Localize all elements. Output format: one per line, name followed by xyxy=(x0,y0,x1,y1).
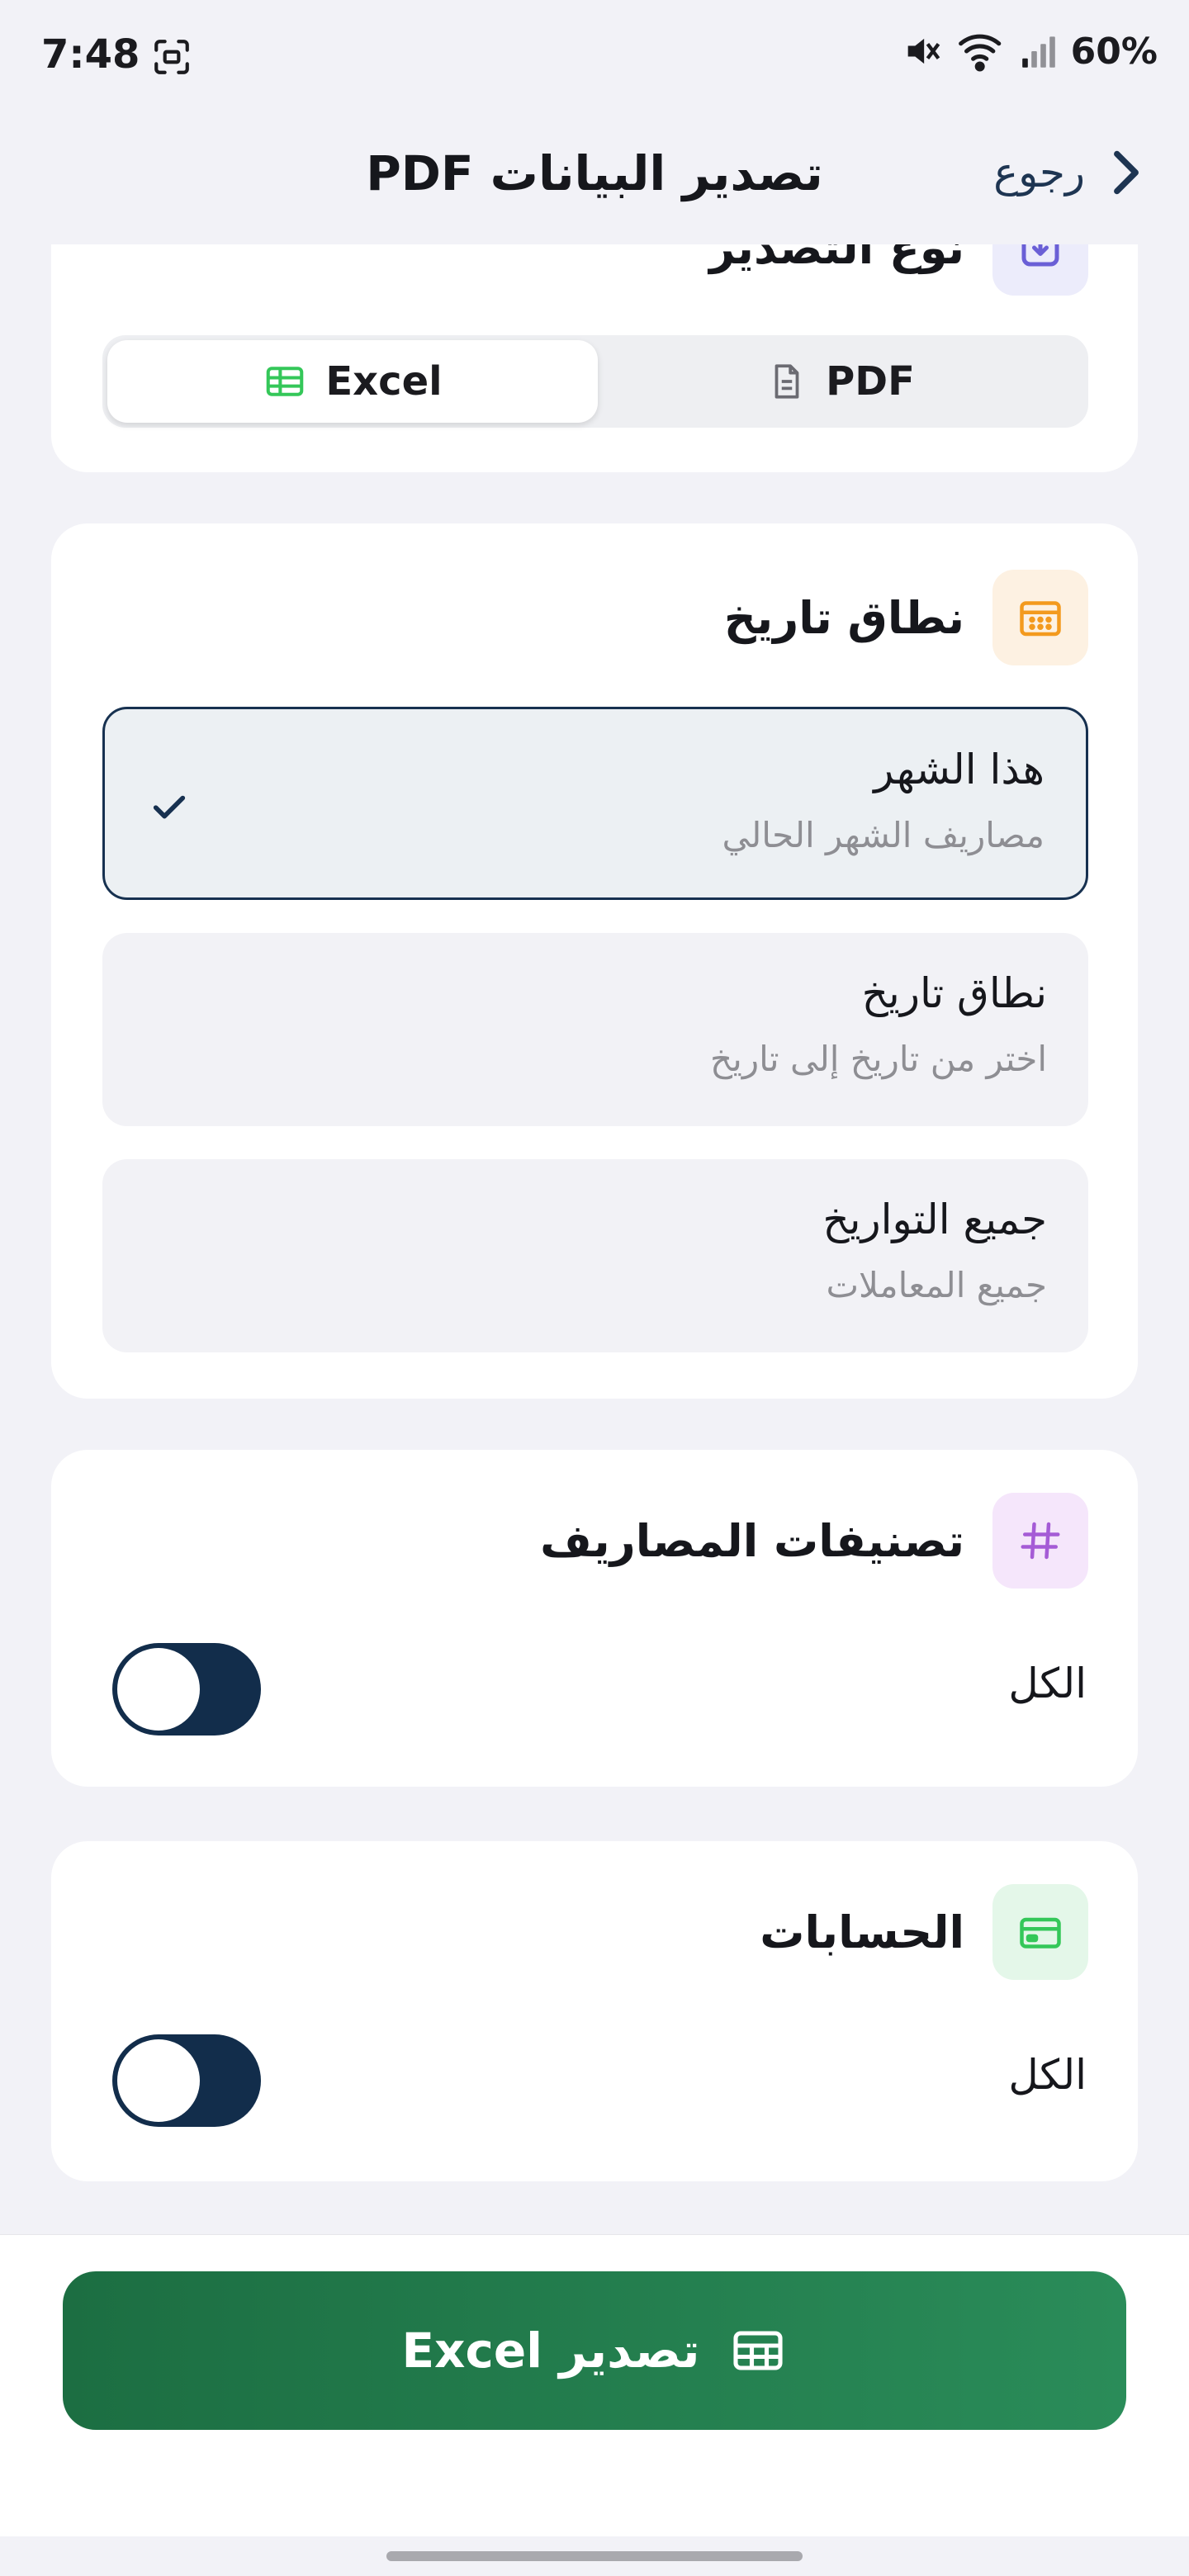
categories-all-toggle[interactable] xyxy=(112,1643,261,1735)
table-icon xyxy=(267,367,304,396)
status-time: 7:48 xyxy=(41,31,140,78)
export-button-label: تصدير Excel xyxy=(401,2323,700,2379)
table-icon xyxy=(733,2331,783,2370)
date-option-subtitle: مصاريف الشهر الحالي xyxy=(722,815,1045,855)
chevron-right-icon xyxy=(1114,150,1139,195)
excel-option-label: Excel xyxy=(325,358,443,405)
date-option-title: جميع التواريخ xyxy=(822,1196,1047,1243)
wifi-icon xyxy=(958,34,1001,72)
mute-icon xyxy=(907,38,940,64)
date-range-header: نطاق تاريخ xyxy=(724,570,1088,665)
screen: نوع التصدير Excel PDF نطاق تاريخ هذا الش… xyxy=(0,0,1189,2576)
date-range-icon-tile xyxy=(992,570,1088,665)
hashtag-icon xyxy=(1021,1522,1060,1560)
screenshot-icon xyxy=(154,40,189,74)
toggle-knob xyxy=(117,2039,200,2122)
categories-header: تصنيفات المصاريف xyxy=(540,1493,1088,1589)
back-button[interactable]: رجوع xyxy=(993,147,1144,198)
pdf-option-label: PDF xyxy=(826,358,915,405)
accounts-all-toggle[interactable] xyxy=(112,2034,261,2127)
accounts-card: الحسابات الكل xyxy=(51,1841,1138,2181)
battery-percent: 60% xyxy=(1070,30,1158,73)
toggle-knob xyxy=(117,1648,200,1731)
date-option-title: نطاق تاريخ xyxy=(861,969,1047,1017)
document-icon xyxy=(775,364,799,399)
signal-icon xyxy=(1021,36,1055,68)
back-label: رجوع xyxy=(993,149,1085,197)
export-type-pdf-option[interactable]: PDF xyxy=(598,340,1083,423)
export-type-excel-option[interactable]: Excel xyxy=(107,340,598,423)
date-option-title: هذا الشهر xyxy=(874,746,1045,793)
date-range-card: نطاق تاريخ هذا الشهر مصاريف الشهر الحالي… xyxy=(51,523,1138,1399)
date-option-this-month[interactable]: هذا الشهر مصاريف الشهر الحالي xyxy=(102,707,1088,900)
export-type-segmented: Excel PDF xyxy=(102,335,1088,428)
categories-title: تصنيفات المصاريف xyxy=(540,1514,964,1567)
check-icon xyxy=(153,795,186,819)
status-bar: 7:48 60% xyxy=(0,0,1189,112)
home-indicator[interactable] xyxy=(386,2551,803,2561)
home-area xyxy=(0,2536,1189,2576)
categories-all-label: الكل xyxy=(1008,1660,1087,1707)
date-option-range[interactable]: نطاق تاريخ اختر من تاريخ إلى تاريخ xyxy=(102,933,1088,1126)
bottom-action-bar: تصدير Excel xyxy=(0,2234,1189,2536)
accounts-icon-tile xyxy=(992,1884,1088,1980)
accounts-title: الحسابات xyxy=(760,1906,964,1958)
status-right-group: 60% xyxy=(901,30,1158,73)
accounts-all-label: الكل xyxy=(1008,2051,1087,2099)
credit-card-icon xyxy=(1020,1917,1061,1949)
categories-icon-tile xyxy=(992,1493,1088,1589)
date-option-subtitle: جميع المعاملات xyxy=(826,1265,1047,1305)
date-option-all[interactable]: جميع التواريخ جميع المعاملات xyxy=(102,1159,1088,1352)
categories-card: تصنيفات المصاريف الكل xyxy=(51,1450,1138,1787)
date-range-title: نطاق تاريخ xyxy=(723,591,964,644)
export-excel-button[interactable]: تصدير Excel xyxy=(63,2271,1126,2430)
date-option-subtitle: اختر من تاريخ إلى تاريخ xyxy=(710,1039,1047,1079)
accounts-header: الحسابات xyxy=(760,1884,1088,1980)
calendar-icon xyxy=(1020,601,1061,637)
header: تصدير البيانات PDF رجوع xyxy=(0,112,1189,244)
